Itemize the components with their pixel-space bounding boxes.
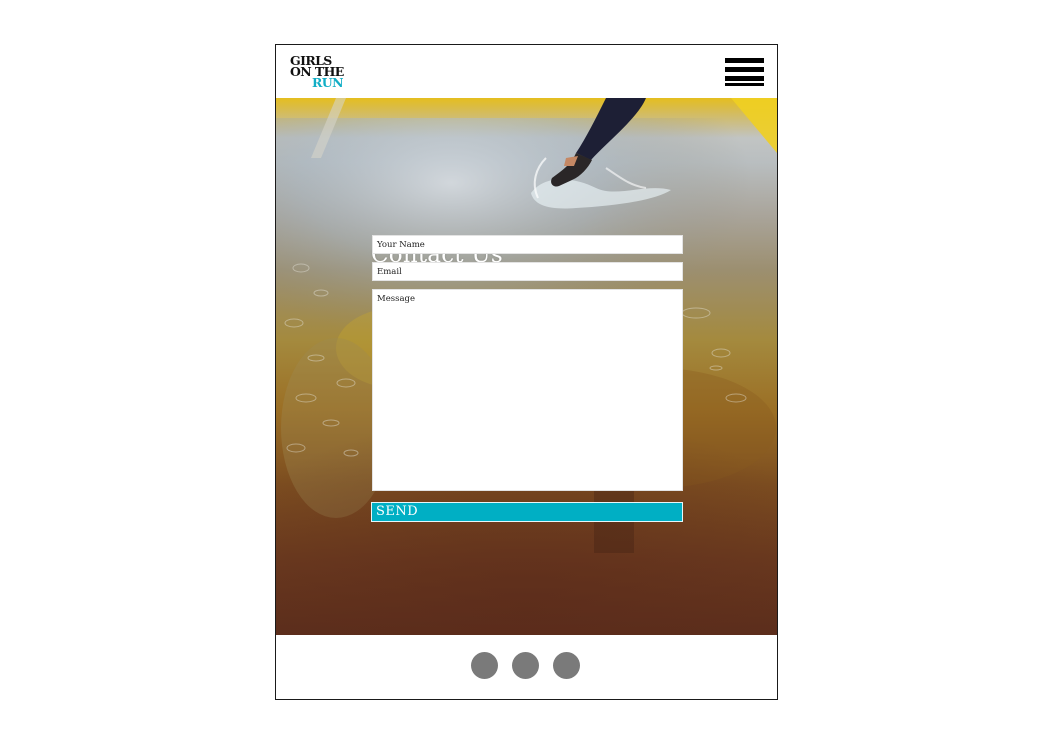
message-textarea[interactable]: Message xyxy=(372,289,683,491)
hero-background: Contact Us Your Name Email Message SEND xyxy=(276,98,777,635)
social-link-1-icon[interactable] xyxy=(471,652,498,679)
send-button[interactable]: SEND xyxy=(371,502,683,522)
email-input[interactable]: Email xyxy=(372,262,683,281)
name-input[interactable]: Your Name xyxy=(372,235,683,254)
social-link-3-icon[interactable] xyxy=(553,652,580,679)
site-header: GIRLS ON THE RUN xyxy=(276,45,777,98)
page-frame: GIRLS ON THE RUN Contact Us Your Name Em… xyxy=(275,44,778,700)
social-link-2-icon[interactable] xyxy=(512,652,539,679)
hamburger-menu-icon[interactable] xyxy=(725,57,765,87)
site-footer xyxy=(276,635,777,699)
site-logo[interactable]: GIRLS ON THE RUN xyxy=(290,54,344,89)
